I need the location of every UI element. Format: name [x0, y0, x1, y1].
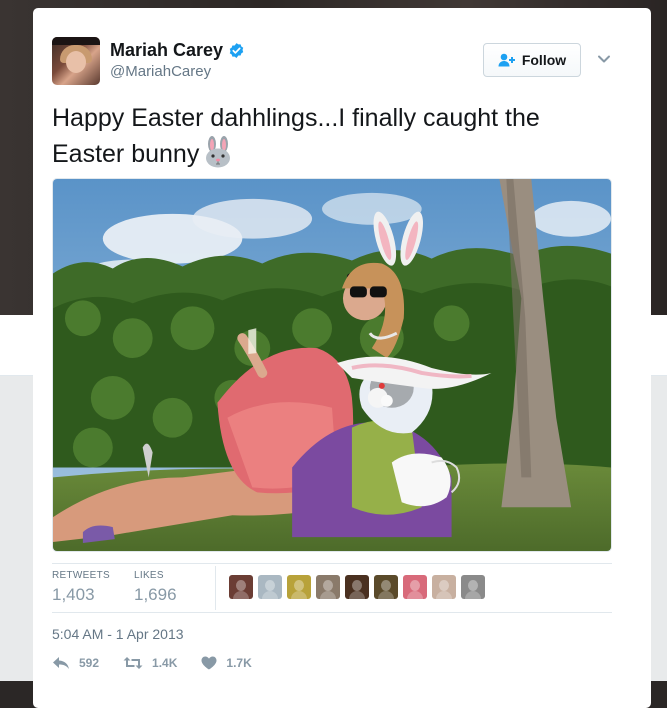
- retweets-stat[interactable]: RETWEETS 1,403: [52, 570, 110, 605]
- retweet-icon: [123, 657, 143, 669]
- liker-avatar-3[interactable]: [287, 575, 311, 599]
- engagement-stats: RETWEETS 1,403 LIKES 1,696: [52, 563, 612, 613]
- liker-avatar-1[interactable]: [229, 575, 253, 599]
- tweet-timestamp[interactable]: 5:04 AM - 1 Apr 2013: [52, 626, 184, 642]
- liker-avatar-5[interactable]: [345, 575, 369, 599]
- likers-avatars: [229, 575, 490, 599]
- liker-avatar-7[interactable]: [403, 575, 427, 599]
- likes-stat[interactable]: LIKES 1,696: [134, 570, 177, 605]
- tweet-actions: 592 1.4K 1.7K: [52, 656, 276, 670]
- retweet-count: 1.4K: [152, 656, 178, 670]
- tweet-text-content: Happy Easter dahhlings...I finally caugh…: [52, 104, 540, 168]
- reply-button[interactable]: 592: [52, 656, 99, 670]
- heart-icon: [201, 656, 217, 670]
- display-name[interactable]: Mariah Carey: [110, 40, 223, 61]
- liker-avatar-8[interactable]: [432, 575, 456, 599]
- author-name-row[interactable]: Mariah Carey: [110, 39, 245, 61]
- follow-label: Follow: [521, 52, 567, 68]
- easter-photo-illustration: [53, 179, 611, 551]
- likes-label: LIKES: [134, 570, 164, 581]
- like-count: 1.7K: [226, 656, 252, 670]
- like-button[interactable]: 1.7K: [201, 656, 252, 670]
- verified-badge-icon: [229, 42, 244, 58]
- liker-avatar-2[interactable]: [258, 575, 282, 599]
- chevron-down-icon[interactable]: [597, 52, 611, 66]
- likes-value: 1,696: [134, 585, 177, 604]
- liker-avatar-9[interactable]: [461, 575, 485, 599]
- retweets-value: 1,403: [52, 585, 95, 604]
- user-handle[interactable]: @MariahCarey: [110, 63, 211, 80]
- tweet-text: Happy Easter dahhlings...I finally caugh…: [52, 100, 612, 172]
- follow-person-icon: [498, 53, 515, 67]
- liker-avatar-6[interactable]: [374, 575, 398, 599]
- tweet-card: Mariah Carey @MariahCarey Follow Happy E…: [33, 8, 651, 708]
- retweet-button[interactable]: 1.4K: [123, 656, 177, 670]
- follow-button[interactable]: Follow: [483, 43, 581, 77]
- rabbit-face-emoji: [206, 136, 231, 168]
- profile-avatar[interactable]: [52, 37, 100, 85]
- tweet-photo[interactable]: [52, 178, 612, 552]
- retweets-label: RETWEETS: [52, 570, 110, 581]
- reply-count: 592: [79, 656, 100, 670]
- reply-icon: [53, 657, 69, 669]
- stats-divider: [215, 566, 216, 610]
- liker-avatar-4[interactable]: [316, 575, 340, 599]
